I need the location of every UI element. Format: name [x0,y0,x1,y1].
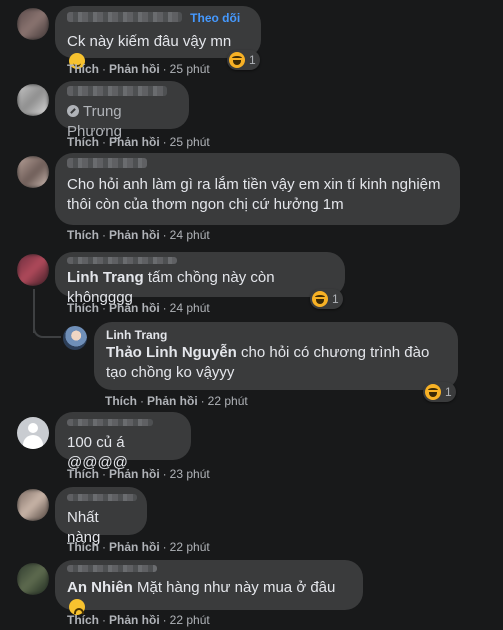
comment-bubble: Trung Phương [55,81,189,140]
reply-button[interactable]: Phản hồi [109,228,160,242]
comment-text-line: thôi còn của thơm ngon chị cứ hưởng 1m [67,196,344,213]
comment-bubble: Linh Trang tấm chồng này còn khôngggg [55,252,345,306]
comment-actions: Thích · Phản hồi · 24 phút [67,228,210,242]
haha-reaction-icon [229,52,245,68]
reply-button[interactable]: Phản hồi [109,613,160,627]
reaction-count-label: 1 [332,292,339,306]
comment-bubble: An Nhiên Mặt hàng như này mua ở đâu [55,560,363,615]
timestamp[interactable]: 22 phút [170,613,210,627]
like-button[interactable]: Thích [67,135,99,149]
reply-button[interactable]: Phản hồi [109,62,160,76]
avatar[interactable] [17,489,49,521]
haha-reaction-icon [312,291,328,307]
comment-text-line: cho hỏi có chương trình đào [236,344,430,361]
like-button[interactable]: Thích [67,613,99,627]
comment-actions: Thích · Phản hồi · 22 phút [105,394,248,408]
author-name[interactable] [67,565,157,572]
comment-text-line: Cho hỏi anh làm gì ra lắm tiền vậy em xi… [67,176,441,193]
author-name[interactable] [67,86,167,96]
reply-button[interactable]: Phản hồi [109,467,160,481]
author-name[interactable] [67,419,153,426]
reaction-count[interactable]: 1 [227,50,260,70]
comment-text: Ck này kiếm đâu vậy mn [67,33,232,50]
thread-connector [33,320,61,338]
comment-bubble: Theo dõi Ck này kiếm đâu vậy mn [55,6,261,69]
timestamp[interactable]: 22 phút [208,394,248,408]
timestamp[interactable]: 23 phút [170,467,210,481]
mention-link[interactable]: An Nhiên [67,579,133,596]
follow-link[interactable]: Theo dõi [190,11,240,25]
timestamp[interactable]: 25 phút [170,135,210,149]
default-avatar-icon[interactable] [17,417,49,449]
mention-link[interactable]: Linh Trang [67,269,144,286]
comment-text: Mặt hàng như này mua ở đâu [132,579,336,596]
comment-bubble: Nhất nàng [55,487,147,546]
comment-actions: Thích · Phản hồi · 22 phút [67,540,210,554]
timestamp[interactable]: 24 phút [170,228,210,242]
author-name[interactable] [67,494,137,501]
reaction-count[interactable]: 1 [310,289,343,309]
anonymous-shield-icon [67,105,79,117]
comment-actions: Thích · Phản hồi · 23 phút [67,467,210,481]
like-button[interactable]: Thích [105,394,137,408]
author-name[interactable]: Linh Trang [106,328,446,342]
comment-actions: Thích · Phản hồi · 25 phút [67,62,210,76]
like-button[interactable]: Thích [67,467,99,481]
author-name[interactable] [67,12,182,22]
timestamp[interactable]: 24 phút [170,301,210,315]
timestamp[interactable]: 22 phút [170,540,210,554]
avatar[interactable] [17,254,49,286]
reply-button[interactable]: Phản hồi [147,394,198,408]
reaction-count[interactable]: 1 [423,382,456,402]
comment-text-line: tạo chồng ko vậyyy [106,364,235,381]
like-button[interactable]: Thích [67,62,99,76]
comment-actions: Thích · Phản hồi · 24 phút [67,301,210,315]
comment-actions: Thích · Phản hồi · 25 phút [67,135,210,149]
like-button[interactable]: Thích [67,540,99,554]
haha-reaction-icon [425,384,441,400]
comment-bubble: Cho hỏi anh làm gì ra lắm tiền vậy em xi… [55,153,460,225]
comment-bubble: Linh Trang Thảo Linh Nguyễn cho hỏi có c… [94,322,458,390]
avatar[interactable] [17,8,49,40]
avatar[interactable] [17,84,49,116]
author-name[interactable] [67,257,177,264]
avatar[interactable] [17,156,49,188]
comment-bubble: 100 củ á @@@@ [55,412,191,471]
reaction-count-label: 1 [249,53,256,67]
reply-button[interactable]: Phản hồi [109,540,160,554]
comment-actions: Thích · Phản hồi · 22 phút [67,613,210,627]
mention-link[interactable]: Thảo Linh Nguyễn [106,344,237,361]
like-button[interactable]: Thích [67,301,99,315]
reply-button[interactable]: Phản hồi [109,135,160,149]
comment-feed: Theo dõi Ck này kiếm đâu vậy mn 1 Thích ·… [0,0,503,630]
author-name[interactable] [67,158,147,168]
avatar[interactable] [63,326,87,350]
reply-button[interactable]: Phản hồi [109,301,160,315]
avatar[interactable] [17,563,49,595]
like-button[interactable]: Thích [67,228,99,242]
timestamp[interactable]: 25 phút [170,62,210,76]
reaction-count-label: 1 [445,385,452,399]
